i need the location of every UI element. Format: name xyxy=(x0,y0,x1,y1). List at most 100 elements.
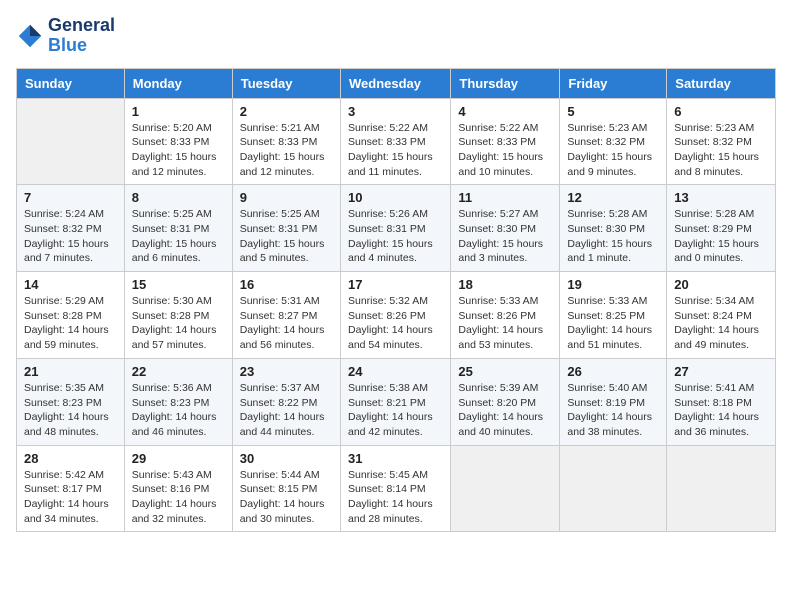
calendar-week-row: 21 Sunrise: 5:35 AMSunset: 8:23 PMDayligh… xyxy=(17,358,776,445)
calendar-cell: 27Sunrise: 5:41 AMSunset: 8:18 PMDayligh… xyxy=(667,358,776,445)
cell-info-text: Sunrise: 5:33 AMSunset: 8:25 PMDaylight:… xyxy=(567,294,659,353)
calendar-cell: 9Sunrise: 5:25 AMSunset: 8:31 PMDaylight… xyxy=(232,185,340,272)
calendar-cell: 3 Sunrise: 5:22 AMSunset: 8:33 PMDaylight… xyxy=(340,98,450,185)
cell-info-text: Sunrise: 5:27 AMSunset: 8:30 PMDaylight:… xyxy=(458,207,552,266)
cell-info-text: Sunrise: 5:23 AMSunset: 8:32 PMDaylight:… xyxy=(567,121,659,180)
cell-info-text: Sunrise: 5:35 AMSunset: 8:23 PMDaylight:… xyxy=(24,381,117,440)
cell-day-number: 8 xyxy=(132,190,225,205)
cell-day-number: 3 xyxy=(348,104,443,119)
cell-info-text: Sunrise: 5:44 AMSunset: 8:15 PMDaylight:… xyxy=(240,468,333,527)
cell-info-text: Sunrise: 5:21 AMSunset: 8:33 PMDaylight:… xyxy=(240,121,333,180)
calendar-cell: 31Sunrise: 5:45 AMSunset: 8:14 PMDayligh… xyxy=(340,445,450,532)
cell-info-text: Sunrise: 5:20 AMSunset: 8:33 PMDaylight:… xyxy=(132,121,225,180)
cell-info-text: Sunrise: 5:28 AMSunset: 8:29 PMDaylight:… xyxy=(674,207,768,266)
cell-info-text: Sunrise: 5:39 AMSunset: 8:20 PMDaylight:… xyxy=(458,381,552,440)
calendar-cell: 1Sunrise: 5:20 AMSunset: 8:33 PMDaylight… xyxy=(124,98,232,185)
calendar-table: SundayMondayTuesdayWednesdayThursdayFrid… xyxy=(16,68,776,533)
cell-day-number: 4 xyxy=(458,104,552,119)
calendar-header-row: SundayMondayTuesdayWednesdayThursdayFrid… xyxy=(17,68,776,98)
page-header: General Blue xyxy=(16,16,776,56)
calendar-cell: 13 Sunrise: 5:28 AMSunset: 8:29 PMDayligh… xyxy=(667,185,776,272)
cell-day-number: 25 xyxy=(458,364,552,379)
calendar-cell: 28 Sunrise: 5:42 AMSunset: 8:17 PMDayligh… xyxy=(17,445,125,532)
cell-info-text: Sunrise: 5:36 AMSunset: 8:23 PMDaylight:… xyxy=(132,381,225,440)
cell-day-number: 20 xyxy=(674,277,768,292)
cell-day-number: 29 xyxy=(132,451,225,466)
cell-day-number: 28 xyxy=(24,451,117,466)
cell-day-number: 24 xyxy=(348,364,443,379)
day-header-wednesday: Wednesday xyxy=(340,68,450,98)
cell-info-text: Sunrise: 5:33 AMSunset: 8:26 PMDaylight:… xyxy=(458,294,552,353)
cell-info-text: Sunrise: 5:29 AMSunset: 8:28 PMDaylight:… xyxy=(24,294,117,353)
cell-info-text: Sunrise: 5:22 AMSunset: 8:33 PMDaylight:… xyxy=(458,121,552,180)
calendar-cell: 14 Sunrise: 5:29 AMSunset: 8:28 PMDayligh… xyxy=(17,272,125,359)
calendar-week-row: 28 Sunrise: 5:42 AMSunset: 8:17 PMDayligh… xyxy=(17,445,776,532)
calendar-cell: 7 Sunrise: 5:24 AMSunset: 8:32 PMDaylight… xyxy=(17,185,125,272)
cell-day-number: 26 xyxy=(567,364,659,379)
calendar-cell: 10 Sunrise: 5:26 AMSunset: 8:31 PMDayligh… xyxy=(340,185,450,272)
cell-day-number: 9 xyxy=(240,190,333,205)
cell-info-text: Sunrise: 5:34 AMSunset: 8:24 PMDaylight:… xyxy=(674,294,768,353)
cell-day-number: 7 xyxy=(24,190,117,205)
logo-icon xyxy=(16,22,44,50)
cell-info-text: Sunrise: 5:22 AMSunset: 8:33 PMDaylight:… xyxy=(348,121,443,180)
cell-info-text: Sunrise: 5:38 AMSunset: 8:21 PMDaylight:… xyxy=(348,381,443,440)
cell-day-number: 14 xyxy=(24,277,117,292)
calendar-cell: 15 Sunrise: 5:30 AMSunset: 8:28 PMDayligh… xyxy=(124,272,232,359)
logo-text: General Blue xyxy=(48,16,115,56)
day-header-saturday: Saturday xyxy=(667,68,776,98)
calendar-cell: 16 Sunrise: 5:31 AMSunset: 8:27 PMDayligh… xyxy=(232,272,340,359)
calendar-cell: 5 Sunrise: 5:23 AMSunset: 8:32 PMDaylight… xyxy=(560,98,667,185)
day-header-monday: Monday xyxy=(124,68,232,98)
cell-info-text: Sunrise: 5:24 AMSunset: 8:32 PMDaylight:… xyxy=(24,207,117,266)
day-header-sunday: Sunday xyxy=(17,68,125,98)
cell-day-number: 23 xyxy=(240,364,333,379)
calendar-week-row: 1Sunrise: 5:20 AMSunset: 8:33 PMDaylight… xyxy=(17,98,776,185)
cell-day-number: 16 xyxy=(240,277,333,292)
cell-day-number: 12 xyxy=(567,190,659,205)
calendar-cell xyxy=(451,445,560,532)
cell-info-text: Sunrise: 5:42 AMSunset: 8:17 PMDaylight:… xyxy=(24,468,117,527)
calendar-cell xyxy=(667,445,776,532)
cell-day-number: 6 xyxy=(674,104,768,119)
cell-day-number: 19 xyxy=(567,277,659,292)
cell-info-text: Sunrise: 5:32 AMSunset: 8:26 PMDaylight:… xyxy=(348,294,443,353)
cell-day-number: 30 xyxy=(240,451,333,466)
cell-info-text: Sunrise: 5:28 AMSunset: 8:30 PMDaylight:… xyxy=(567,207,659,266)
calendar-week-row: 14 Sunrise: 5:29 AMSunset: 8:28 PMDayligh… xyxy=(17,272,776,359)
calendar-cell: 21 Sunrise: 5:35 AMSunset: 8:23 PMDayligh… xyxy=(17,358,125,445)
calendar-cell: 8 Sunrise: 5:25 AMSunset: 8:31 PMDaylight… xyxy=(124,185,232,272)
calendar-cell: 17 Sunrise: 5:32 AMSunset: 8:26 PMDayligh… xyxy=(340,272,450,359)
cell-day-number: 21 xyxy=(24,364,117,379)
cell-info-text: Sunrise: 5:26 AMSunset: 8:31 PMDaylight:… xyxy=(348,207,443,266)
cell-info-text: Sunrise: 5:41 AMSunset: 8:18 PMDaylight:… xyxy=(674,381,768,440)
cell-day-number: 31 xyxy=(348,451,443,466)
calendar-cell: 20 Sunrise: 5:34 AMSunset: 8:24 PMDayligh… xyxy=(667,272,776,359)
calendar-cell: 6Sunrise: 5:23 AMSunset: 8:32 PMDaylight… xyxy=(667,98,776,185)
cell-day-number: 2 xyxy=(240,104,333,119)
cell-info-text: Sunrise: 5:31 AMSunset: 8:27 PMDaylight:… xyxy=(240,294,333,353)
cell-day-number: 11 xyxy=(458,190,552,205)
cell-info-text: Sunrise: 5:37 AMSunset: 8:22 PMDaylight:… xyxy=(240,381,333,440)
cell-day-number: 17 xyxy=(348,277,443,292)
calendar-cell: 30 Sunrise: 5:44 AMSunset: 8:15 PMDayligh… xyxy=(232,445,340,532)
cell-info-text: Sunrise: 5:30 AMSunset: 8:28 PMDaylight:… xyxy=(132,294,225,353)
calendar-week-row: 7 Sunrise: 5:24 AMSunset: 8:32 PMDaylight… xyxy=(17,185,776,272)
cell-day-number: 18 xyxy=(458,277,552,292)
logo: General Blue xyxy=(16,16,115,56)
cell-day-number: 15 xyxy=(132,277,225,292)
calendar-cell: 22 Sunrise: 5:36 AMSunset: 8:23 PMDayligh… xyxy=(124,358,232,445)
cell-day-number: 10 xyxy=(348,190,443,205)
calendar-cell: 29Sunrise: 5:43 AMSunset: 8:16 PMDayligh… xyxy=(124,445,232,532)
calendar-cell: 26Sunrise: 5:40 AMSunset: 8:19 PMDayligh… xyxy=(560,358,667,445)
cell-day-number: 22 xyxy=(132,364,225,379)
calendar-cell xyxy=(560,445,667,532)
cell-day-number: 13 xyxy=(674,190,768,205)
cell-info-text: Sunrise: 5:25 AMSunset: 8:31 PMDaylight:… xyxy=(132,207,225,266)
day-header-friday: Friday xyxy=(560,68,667,98)
calendar-cell: 25 Sunrise: 5:39 AMSunset: 8:20 PMDayligh… xyxy=(451,358,560,445)
calendar-cell: 11 Sunrise: 5:27 AMSunset: 8:30 PMDayligh… xyxy=(451,185,560,272)
cell-day-number: 5 xyxy=(567,104,659,119)
day-header-thursday: Thursday xyxy=(451,68,560,98)
calendar-cell: 19 Sunrise: 5:33 AMSunset: 8:25 PMDayligh… xyxy=(560,272,667,359)
